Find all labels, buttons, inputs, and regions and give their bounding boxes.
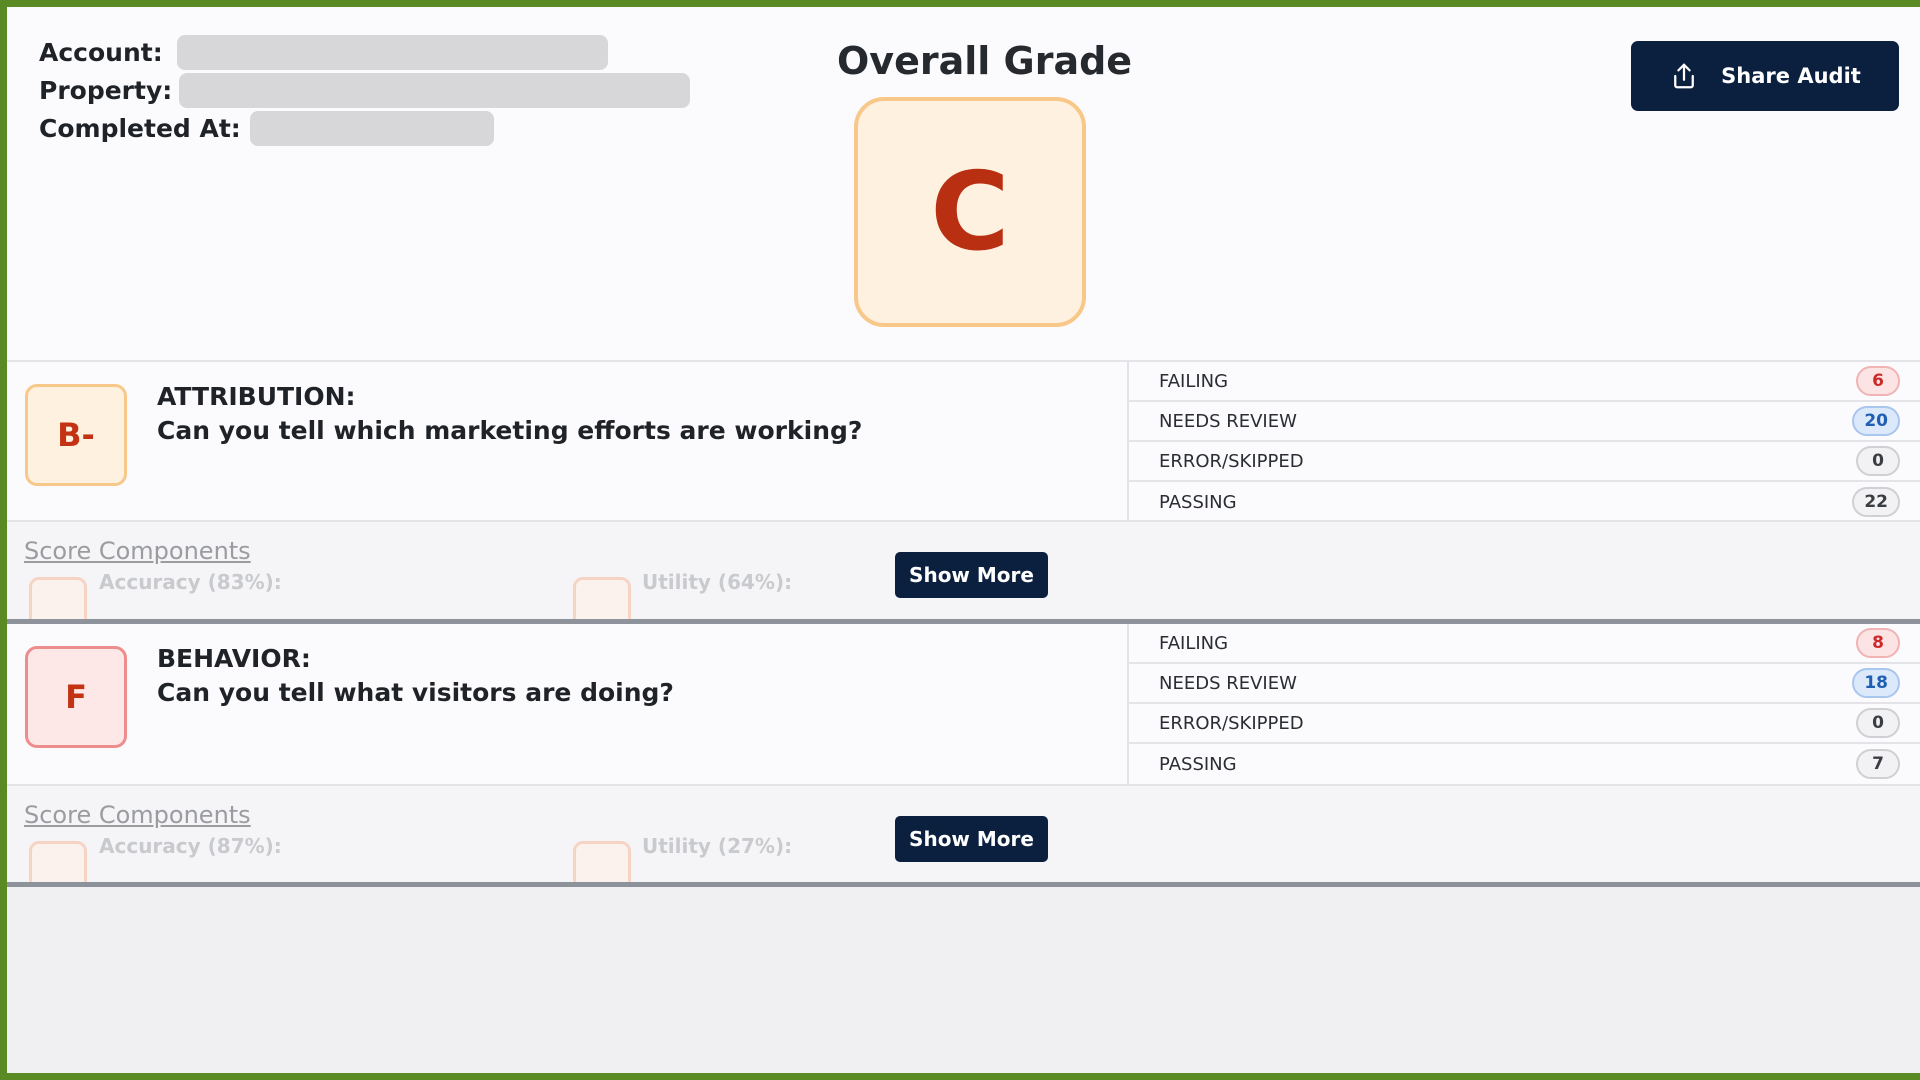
- share-audit-label: Share Audit: [1721, 64, 1861, 88]
- property-row: Property:: [39, 73, 691, 108]
- overall-grade-badge: C: [854, 97, 1086, 327]
- error-skipped-count-badge: 0: [1856, 708, 1900, 738]
- error-skipped-count-badge: 0: [1856, 446, 1900, 476]
- show-more-button[interactable]: Show More: [895, 552, 1048, 598]
- stat-row-error-skipped: ERROR/SKIPPED 0: [1129, 442, 1920, 482]
- completed-label: Completed At:: [39, 114, 241, 143]
- score-components-link[interactable]: Score Components: [24, 801, 251, 829]
- failing-count-badge: 8: [1856, 628, 1900, 658]
- audit-header: Account: Property: Completed At: Overall…: [7, 7, 1920, 360]
- overall-grade-letter: C: [930, 149, 1010, 275]
- stat-row-failing: FAILING 8: [1129, 624, 1920, 664]
- stat-row-passing: PASSING 7: [1129, 744, 1920, 784]
- category-grade-badge: B-: [25, 384, 127, 486]
- stat-row-needs-review: NEEDS REVIEW 18: [1129, 664, 1920, 704]
- stat-row-needs-review: NEEDS REVIEW 20: [1129, 402, 1920, 442]
- property-value-redacted: [179, 73, 691, 108]
- category-title: ATTRIBUTION:: [157, 382, 356, 411]
- stat-label: PASSING: [1159, 753, 1237, 775]
- accuracy-grade-faded: [29, 841, 87, 882]
- category-title: BEHAVIOR:: [157, 644, 311, 673]
- share-upload-icon: [1674, 63, 1695, 89]
- stat-label: FAILING: [1159, 632, 1229, 654]
- passing-count-badge: 7: [1856, 749, 1900, 779]
- accuracy-label: Accuracy (87%):: [99, 834, 282, 858]
- stat-row-passing: PASSING 22: [1129, 482, 1920, 522]
- category-grade-letter: B-: [57, 416, 95, 454]
- stat-label: NEEDS REVIEW: [1159, 672, 1297, 694]
- accuracy-label: Accuracy (83%):: [99, 570, 282, 594]
- category-question: Can you tell what visitors are doing?: [157, 678, 674, 707]
- category-behavior: F BEHAVIOR: Can you tell what visitors a…: [7, 624, 1920, 882]
- score-components-panel: Score Components Accuracy (87%): Utility…: [7, 786, 1920, 882]
- account-label: Account:: [39, 38, 163, 67]
- category-attribution: B- ATTRIBUTION: Can you tell which marke…: [7, 360, 1920, 619]
- category-stats: FAILING 6 NEEDS REVIEW 20 ERROR/SKIPPED …: [1127, 362, 1920, 524]
- category-grade-letter: F: [65, 678, 87, 716]
- failing-count-badge: 6: [1856, 366, 1900, 396]
- property-label: Property:: [39, 76, 173, 105]
- stat-label: FAILING: [1159, 370, 1229, 392]
- stat-label: ERROR/SKIPPED: [1159, 712, 1304, 734]
- passing-count-badge: 22: [1852, 487, 1900, 517]
- stat-label: PASSING: [1159, 491, 1237, 513]
- accuracy-grade-faded: [29, 577, 87, 619]
- category-grade-badge: F: [25, 646, 127, 748]
- utility-label: Utility (27%):: [642, 834, 793, 858]
- utility-label: Utility (64%):: [642, 570, 793, 594]
- account-value-redacted: [176, 35, 608, 70]
- category-stats: FAILING 8 NEEDS REVIEW 18 ERROR/SKIPPED …: [1127, 624, 1920, 786]
- stat-row-error-skipped: ERROR/SKIPPED 0: [1129, 704, 1920, 744]
- share-audit-button[interactable]: Share Audit: [1631, 41, 1899, 111]
- account-row: Account:: [39, 35, 608, 70]
- score-components-panel: Score Components Accuracy (83%): Utility…: [7, 522, 1920, 619]
- section-divider: [7, 882, 1920, 887]
- show-more-button[interactable]: Show More: [895, 816, 1048, 862]
- stat-label: ERROR/SKIPPED: [1159, 450, 1304, 472]
- needs-review-count-badge: 18: [1852, 668, 1900, 698]
- utility-grade-faded: [573, 577, 631, 619]
- score-components-link[interactable]: Score Components: [24, 537, 251, 565]
- audit-page: Account: Property: Completed At: Overall…: [7, 7, 1920, 1073]
- completed-row: Completed At:: [39, 111, 494, 146]
- stat-row-failing: FAILING 6: [1129, 362, 1920, 402]
- utility-grade-faded: [573, 841, 631, 882]
- category-question: Can you tell which marketing efforts are…: [157, 416, 863, 445]
- needs-review-count-badge: 20: [1852, 406, 1900, 436]
- category-summary: B- ATTRIBUTION: Can you tell which marke…: [7, 360, 1920, 524]
- overall-grade-title: Overall Grade: [837, 39, 1133, 83]
- stat-label: NEEDS REVIEW: [1159, 410, 1297, 432]
- empty-footer-area: [7, 891, 1920, 1073]
- completed-value-redacted: [249, 111, 494, 146]
- category-summary: F BEHAVIOR: Can you tell what visitors a…: [7, 624, 1920, 786]
